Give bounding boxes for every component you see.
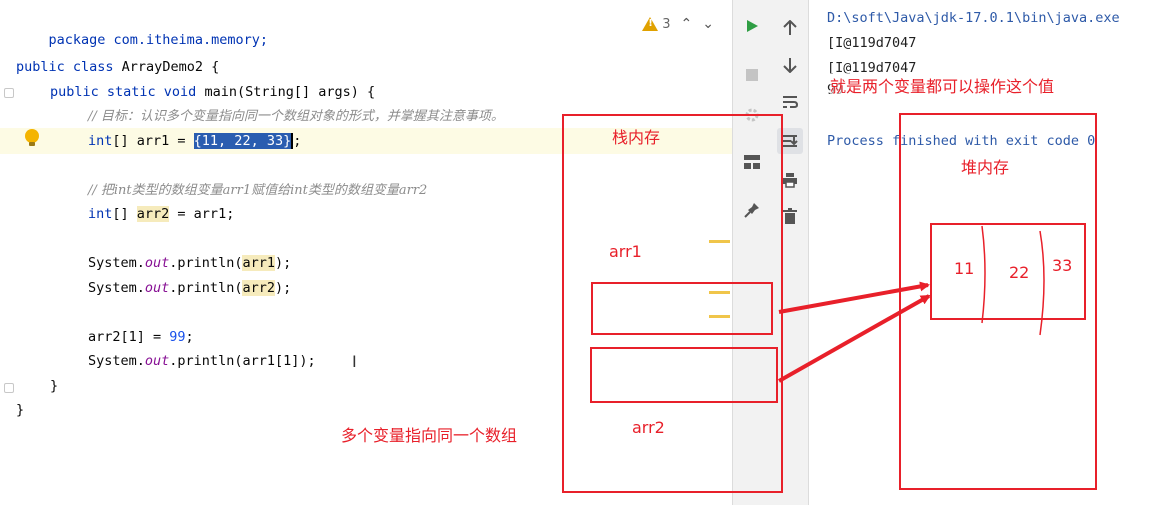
shared-access-note: 就是两个变量都可以操作这个值 [830, 73, 1055, 97]
multiple-vars-note: 多个变量指向同一个数组 [341, 426, 518, 445]
warning-icon[interactable]: 3 [642, 16, 671, 32]
mouse-ibeam-cursor: I [352, 352, 357, 371]
array-cell-11: 11 [954, 259, 975, 278]
fold-marker[interactable] [4, 88, 14, 98]
code-line-8-comment: // 把int类型的数组变量arr1赋值给int类型的数组变量arr2 [88, 183, 428, 198]
code-line-17: } [16, 402, 25, 418]
code-line-11: System.out.println(arr1); [88, 255, 292, 271]
code-line-9: int[] arr2 = arr1; [88, 206, 235, 222]
console-line-output: [I@119d7047 [827, 35, 917, 51]
arr1-variable-box [591, 282, 773, 335]
arr1-label: arr1 [609, 242, 642, 261]
trash-icon[interactable] [780, 206, 800, 226]
stop-icon[interactable] [742, 65, 762, 85]
heap-memory-label: 堆内存 [961, 158, 1010, 177]
inspection-widget[interactable]: 3 ⌃ ⌄ [642, 12, 714, 36]
code-line-1: package com.itheima.memory; [48, 32, 268, 48]
run-icon[interactable] [742, 16, 762, 36]
arrow-up-icon[interactable] [780, 18, 800, 38]
code-line-14: arr2[1] = 99; [88, 329, 194, 345]
fold-marker[interactable] [4, 383, 14, 393]
stack-memory-label: 栈内存 [612, 128, 661, 147]
chevron-down-icon[interactable]: ⌄ [702, 16, 714, 32]
arrow-down-icon[interactable] [780, 55, 800, 75]
code-line-6: int[] arr1 = {11, 22, 33}; [88, 133, 302, 149]
console-line-command: D:\soft\Java\jdk-17.0.1\bin\java.exe [827, 10, 1120, 26]
array-cell-33: 33 [1052, 256, 1073, 275]
selected-text: {11, 22, 33} [193, 133, 292, 149]
warning-count: 3 [662, 16, 671, 32]
code-line-5-comment: // 目标：认识多个变量指向同一个数组对象的形式，并掌握其注意事项。 [88, 109, 504, 124]
code-line-3: public class ArrayDemo2 { [16, 59, 220, 75]
soft-wrap-icon[interactable] [780, 92, 800, 112]
code-line-15: System.out.println(arr1[1]); [88, 353, 316, 369]
array-cell-22: 22 [1009, 263, 1030, 282]
code-line-4: public static void main(String[] args) { [50, 84, 376, 100]
arr2-label: arr2 [632, 418, 665, 437]
lightbulb-icon[interactable] [25, 129, 39, 146]
arr2-variable-box [590, 347, 778, 403]
chevron-up-icon[interactable]: ⌃ [681, 16, 693, 32]
code-line-12: System.out.println(arr2); [88, 280, 292, 296]
print-icon[interactable] [780, 170, 800, 190]
code-line-16: } [50, 378, 59, 394]
